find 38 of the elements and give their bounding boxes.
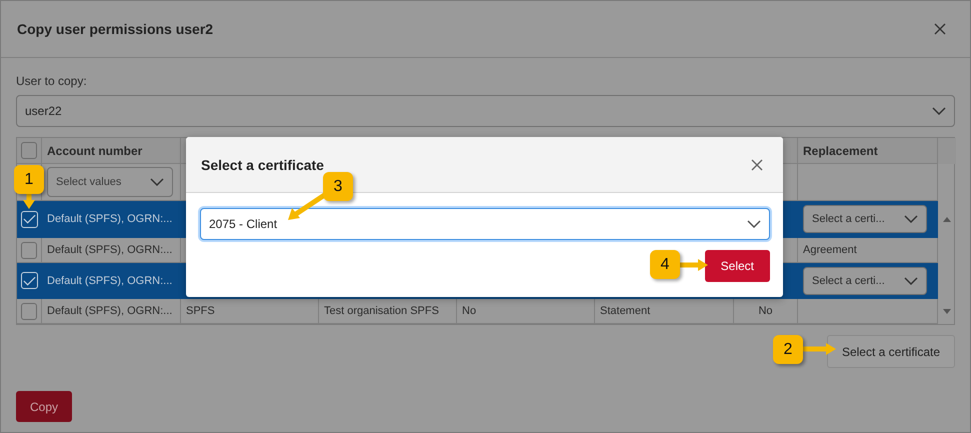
table-cell: Statement (595, 299, 734, 324)
checkbox[interactable] (21, 302, 37, 320)
table-cell: No (457, 299, 595, 324)
select-button[interactable]: Select (704, 250, 770, 282)
step-badge: 2 (773, 335, 803, 364)
chevron-down-icon (150, 178, 164, 186)
chevron-down-icon (904, 215, 918, 223)
copy-button[interactable]: Copy (16, 391, 72, 422)
chevron-down-icon (904, 276, 918, 284)
certificate-select[interactable]: 2075 - Client (200, 208, 770, 240)
table-cell: Test organisation SPFS (319, 299, 457, 324)
column-header: Account number (42, 138, 181, 164)
dialog-title: Select a certificate (201, 156, 324, 172)
arrow-icon (22, 192, 36, 210)
step-badge: 4 (650, 250, 680, 279)
table-cell: No (734, 299, 798, 324)
user-select[interactable]: user22 (16, 95, 955, 127)
field-label: User to copy: (16, 74, 88, 88)
dialog-title: Copy user permissions user2 (17, 21, 214, 37)
chevron-down-icon (932, 107, 946, 115)
table-cell: Default (SPFS), OGRN:... (42, 263, 181, 299)
certificate-select[interactable]: Select a certi... (803, 266, 927, 294)
step-badge: 1 (14, 165, 44, 194)
checkbox[interactable] (21, 242, 37, 258)
scroll-down-icon[interactable] (943, 309, 951, 314)
certificate-select[interactable]: Select a certi... (803, 205, 927, 233)
scroll-up-icon[interactable] (943, 217, 951, 222)
step-badge: 3 (323, 172, 353, 201)
table-cell: Default (SPFS), OGRN:... (42, 201, 181, 238)
close-icon[interactable] (934, 23, 946, 35)
select-certificate-button[interactable]: Select a certificate (826, 335, 955, 368)
table-cell: Default (SPFS), OGRN:... (42, 299, 181, 324)
filter-select[interactable]: Select values (47, 167, 173, 197)
column-header: Replacement (798, 138, 938, 164)
checkbox[interactable] (21, 142, 37, 159)
chevron-down-icon (747, 220, 761, 228)
table-cell: SPFS (181, 299, 319, 324)
close-icon[interactable] (751, 158, 763, 170)
